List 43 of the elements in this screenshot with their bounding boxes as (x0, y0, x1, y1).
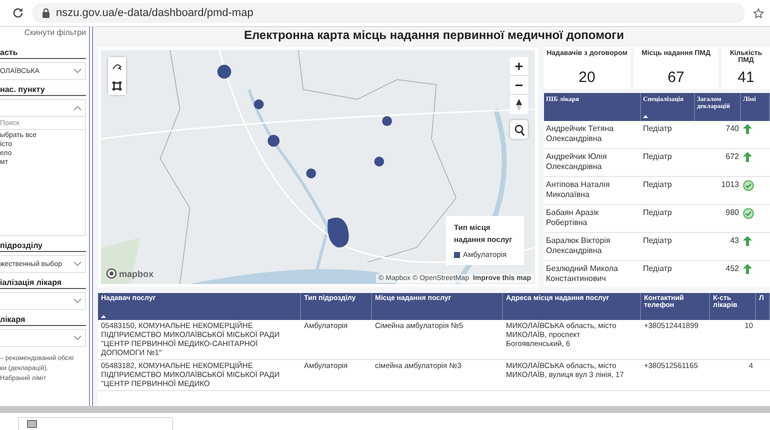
doctor-name-cell-text: Баралюк Вікторія Олександрівна (545, 235, 612, 257)
specialization-cell-text: Педіатр (642, 235, 673, 247)
select-box-icon[interactable] (108, 76, 126, 95)
specialization-cell-text: Педіатр (642, 179, 673, 191)
refresh-icon[interactable] (12, 7, 24, 19)
doctor-name-cell-text: Антіпова Наталія Миколаївна (545, 179, 611, 201)
horizontal-scrollbar[interactable] (0, 406, 770, 413)
stat-value: 41 (738, 69, 754, 86)
filter-label: іалізація лікаря (0, 278, 86, 289)
declarations-cell-text: 1013 (720, 179, 740, 191)
reset-filters-link[interactable]: Скинути фільтри (24, 28, 86, 37)
lock-icon (42, 8, 50, 18)
zoom-out-button[interactable]: − (510, 76, 528, 95)
file-icon (27, 420, 37, 428)
declarations-cell-text: 452 (724, 263, 740, 275)
specialization-cell-text: Педіатр (642, 263, 673, 275)
declarations-cell-text: 43 (729, 235, 740, 247)
mapbox-logo-text: mapbox (119, 268, 154, 278)
declarations-cell-text: 740 (724, 123, 740, 135)
doctor-name-cell-text: Бабаян Аразік Робертівна (545, 207, 600, 229)
stat-value: 20 (578, 69, 596, 86)
zoom-search-icon[interactable] (510, 120, 528, 139)
specialization-cell-text: Педіатр (642, 151, 673, 163)
filter-label: асть (0, 48, 86, 59)
zoom-in-button[interactable]: + (510, 57, 528, 76)
star-icon[interactable] (753, 8, 764, 18)
page-title: Електронна карта місць надання первинної медичної допомоги (242, 27, 626, 43)
declarations-cell-text: 980 (724, 207, 740, 219)
url-text: nszu.gov.ua/e-data/dashboard/pmd-map (56, 7, 254, 19)
draw-tool-icon[interactable] (108, 57, 126, 76)
specialization-cell-text: Педіатр (642, 123, 673, 135)
specialization-cell-text: Педіатр (642, 207, 673, 219)
mapbox-logo-icon (106, 268, 117, 279)
address-bar[interactable]: nszu.gov.ua/e-data/dashboard/pmd-map (32, 3, 745, 23)
doctor-name-cell-text: Андрейчик Юлія Олександрівна (545, 151, 608, 173)
doctor-name-cell-text: Безлюдний Микола Константинович (545, 263, 619, 285)
doctor-name-cell-text: Андрейчик Тетяна Олександрівна (545, 123, 615, 145)
stat-value: 67 (668, 69, 684, 86)
filter-label: лікаря (0, 315, 86, 326)
filter-label: нас. пункту (0, 85, 86, 96)
filter-label: підрозділу (0, 241, 86, 252)
compass-icon[interactable] (510, 95, 528, 114)
declarations-cell-text: 672 (724, 151, 740, 163)
